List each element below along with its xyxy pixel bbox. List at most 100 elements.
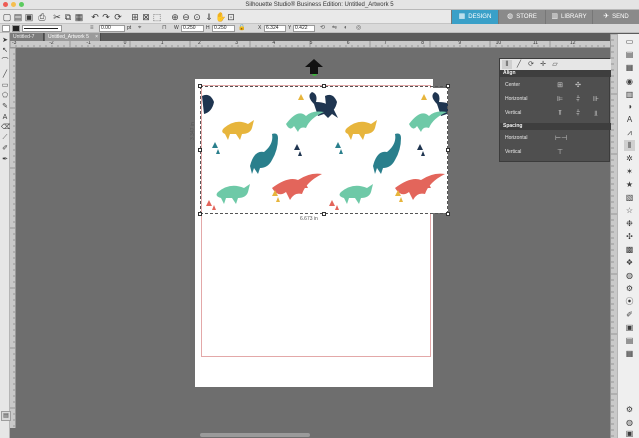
shear-tab-icon[interactable]: ▱ — [550, 60, 560, 69]
eraser-tool-icon[interactable]: ⌫ — [1, 123, 11, 132]
new-document-icon[interactable]: ▢ — [2, 12, 12, 22]
panel-toggle-icon[interactable]: ▣ — [624, 428, 635, 438]
replicate-panel-icon[interactable]: ✲ — [624, 153, 635, 164]
rotate-tab-icon[interactable]: ⟳ — [526, 60, 536, 69]
rotate-icon[interactable]: ⟲ — [320, 25, 325, 32]
send-panel-icon[interactable]: ▤ — [624, 49, 635, 60]
align-bottom-icon[interactable]: ⫫ — [591, 110, 601, 118]
refresh-icon[interactable]: ⟳ — [113, 12, 123, 22]
pencil-tool-icon[interactable]: ✎ — [1, 102, 9, 111]
open-folder-icon[interactable]: ▤ — [13, 12, 23, 22]
resize-handle-left[interactable] — [198, 148, 202, 152]
knife-tool-icon[interactable]: ⟋ — [1, 133, 9, 142]
image-effects-icon[interactable]: ▣ — [624, 322, 635, 333]
zoom-fit-icon[interactable]: ⊙ — [192, 12, 202, 22]
x-position-input[interactable]: 6.324 — [264, 25, 286, 32]
undo-icon[interactable]: ↶ — [90, 12, 100, 22]
curve-icon[interactable]: ⌒ — [1, 57, 9, 66]
history-panel-icon[interactable]: ▦ — [624, 348, 635, 359]
help-icon[interactable]: ◍ — [624, 417, 635, 428]
zoom-in-icon[interactable]: ⊕ — [170, 12, 180, 22]
offset-panel-icon[interactable]: ★ — [624, 179, 635, 190]
tab-store[interactable]: ◍ STORE — [498, 10, 545, 24]
line-tool-icon[interactable]: ╱ — [1, 70, 9, 79]
polygon-tool-icon[interactable]: ⬠ — [1, 91, 9, 100]
transform-panel-icon[interactable]: ☆ — [624, 205, 635, 216]
space-horizontal-icon[interactable]: ⊢⊣ — [555, 135, 567, 143]
tab-send[interactable]: ✈ SEND — [592, 10, 639, 24]
knife-panel-icon[interactable]: ✣ — [624, 231, 635, 242]
select-all-icon[interactable]: ⊞ — [130, 12, 140, 22]
width-input[interactable]: 0.250 — [181, 25, 204, 32]
line-color-swatch[interactable] — [12, 25, 20, 32]
nesting-panel-icon[interactable]: ❉ — [624, 218, 635, 229]
lock-icon[interactable]: 🔒 — [238, 25, 245, 32]
pages-panel-icon[interactable]: ▤ — [624, 335, 635, 346]
align-right-icon[interactable]: ⊪ — [591, 96, 601, 104]
fill-panel-icon[interactable]: ◉ — [624, 76, 635, 87]
folder-icon[interactable]: ▤ — [1, 411, 11, 421]
fill-color-swatch[interactable] — [2, 25, 10, 32]
text-tool-icon[interactable]: A — [1, 113, 9, 122]
resize-handle-bottom-left[interactable] — [198, 212, 202, 216]
align-left-icon[interactable]: ⊫ — [555, 96, 565, 104]
point-edit-icon[interactable]: ↖ — [1, 46, 9, 55]
zoom-page-icon[interactable]: ⊡ — [226, 12, 236, 22]
gradient-panel-icon[interactable]: ◑ — [624, 101, 635, 112]
move-up-arrow-icon[interactable] — [305, 59, 323, 74]
modify-panel-icon[interactable]: ✶ — [624, 166, 635, 177]
resize-handle-bottom[interactable] — [322, 212, 326, 216]
rectangle-tool-icon[interactable]: ▭ — [1, 81, 9, 90]
align-center-icon[interactable]: ⊞ — [555, 82, 565, 90]
resize-handle-right[interactable] — [446, 148, 450, 152]
zoom-out-icon[interactable]: ⊖ — [181, 12, 191, 22]
align-tab-icon[interactable]: ⫴ — [502, 60, 512, 69]
offset-icon[interactable]: ◎ — [356, 25, 361, 32]
library-panel-icon[interactable]: ▦ — [624, 62, 635, 73]
resize-handle-top-right[interactable] — [446, 84, 450, 88]
redo-icon[interactable]: ↷ — [101, 12, 111, 22]
line-width-input[interactable]: 0.00 — [99, 25, 125, 32]
paint-bucket-icon[interactable]: ✒ — [1, 155, 9, 164]
tab-library[interactable]: ▥ LIBRARY — [545, 10, 592, 24]
resize-handle-top[interactable] — [322, 84, 326, 88]
text-style-panel-icon[interactable]: A — [624, 114, 635, 125]
y-position-input[interactable]: 0.422 — [293, 25, 315, 32]
horizontal-scrollbar[interactable] — [200, 433, 310, 437]
trace-panel-icon[interactable]: ▧ — [624, 192, 635, 203]
doc-tab-untitled-artwork-5[interactable]: Untitled_Artwork 5 × — [45, 33, 101, 41]
print-cut-icon[interactable]: ⦿ — [624, 296, 635, 307]
layers-panel-icon[interactable]: ❖ — [624, 257, 635, 268]
align-center-horizontal-icon[interactable]: ⫩ — [573, 96, 583, 104]
select-arrow-icon[interactable]: ➤ — [1, 36, 9, 45]
align-center-middle-icon[interactable]: ✣ — [573, 82, 583, 90]
paste-icon[interactable]: ▦ — [74, 12, 84, 22]
tab-design[interactable]: ▦ DESIGN — [451, 10, 498, 24]
shapes-panel-icon[interactable]: ▩ — [624, 244, 635, 255]
align-middle-icon[interactable]: ⫩ — [573, 110, 583, 118]
page-setup-icon[interactable]: ▭ — [624, 36, 635, 47]
print-icon[interactable]: ⎙ — [37, 12, 47, 22]
lock-aspect-icon[interactable]: ⊓ — [162, 25, 167, 32]
line-style-panel-icon[interactable]: ▥ — [624, 89, 635, 100]
close-tab-icon[interactable]: × — [95, 33, 98, 41]
resize-handle-top-left[interactable] — [198, 84, 202, 88]
transform-tab-icon[interactable]: ╱ — [514, 60, 524, 69]
resize-handle-bottom-right[interactable] — [446, 212, 450, 216]
color-palette-icon[interactable]: ✐ — [624, 309, 635, 320]
align-top-icon[interactable]: ⫪ — [555, 110, 565, 118]
rhinestone-panel-icon[interactable]: ⚙ — [624, 283, 635, 294]
flip-icon[interactable]: ⇋ — [332, 25, 337, 32]
hand-tool-icon[interactable]: ✋ — [215, 12, 226, 22]
deselect-icon[interactable]: ⊠ — [141, 12, 151, 22]
settings-gear-icon[interactable]: ⚙ — [624, 404, 635, 415]
sketch-panel-icon[interactable]: ⩘ — [624, 127, 635, 138]
select-by-color-icon[interactable]: ⬚ — [152, 12, 162, 22]
copy-icon[interactable]: ⧉ — [63, 12, 73, 22]
eyedropper-tool-icon[interactable]: ✐ — [1, 144, 9, 153]
weld-icon[interactable]: ◐ — [344, 25, 348, 32]
space-vertical-icon[interactable]: ⊤ — [555, 149, 565, 157]
design-store-icon[interactable]: ◍ — [624, 270, 635, 281]
save-icon[interactable]: ▣ — [24, 12, 34, 22]
move-tab-icon[interactable]: ✛ — [538, 60, 548, 69]
